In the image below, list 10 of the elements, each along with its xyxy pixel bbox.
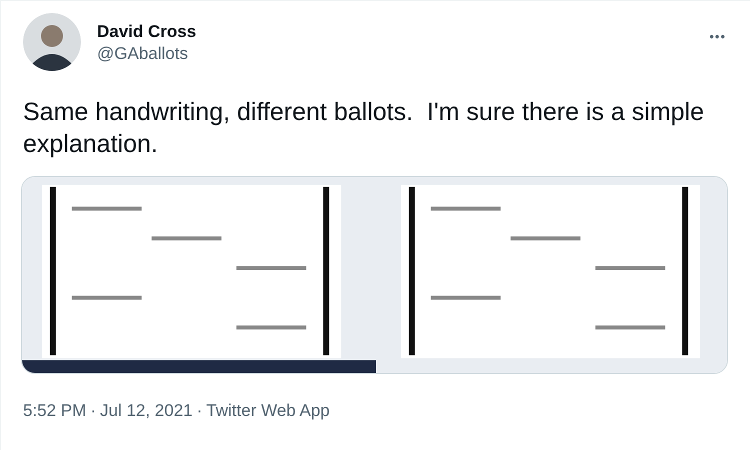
author-handle[interactable]: @GAballots — [97, 43, 706, 65]
tweet-date[interactable]: Jul 12, 2021 — [100, 398, 193, 424]
tweet-time[interactable]: 5:52 PM — [23, 398, 86, 424]
tweet-text: Same handwriting, different ballots. I'm sure there is a simple explanation. — [23, 97, 706, 160]
avatar[interactable] — [23, 13, 81, 71]
separator: · — [90, 400, 96, 422]
author-name[interactable]: David Cross — [97, 21, 706, 43]
tweet-source[interactable]: Twitter Web App — [206, 398, 330, 424]
separator: · — [196, 400, 202, 422]
more-button[interactable]: ••• — [705, 29, 730, 45]
